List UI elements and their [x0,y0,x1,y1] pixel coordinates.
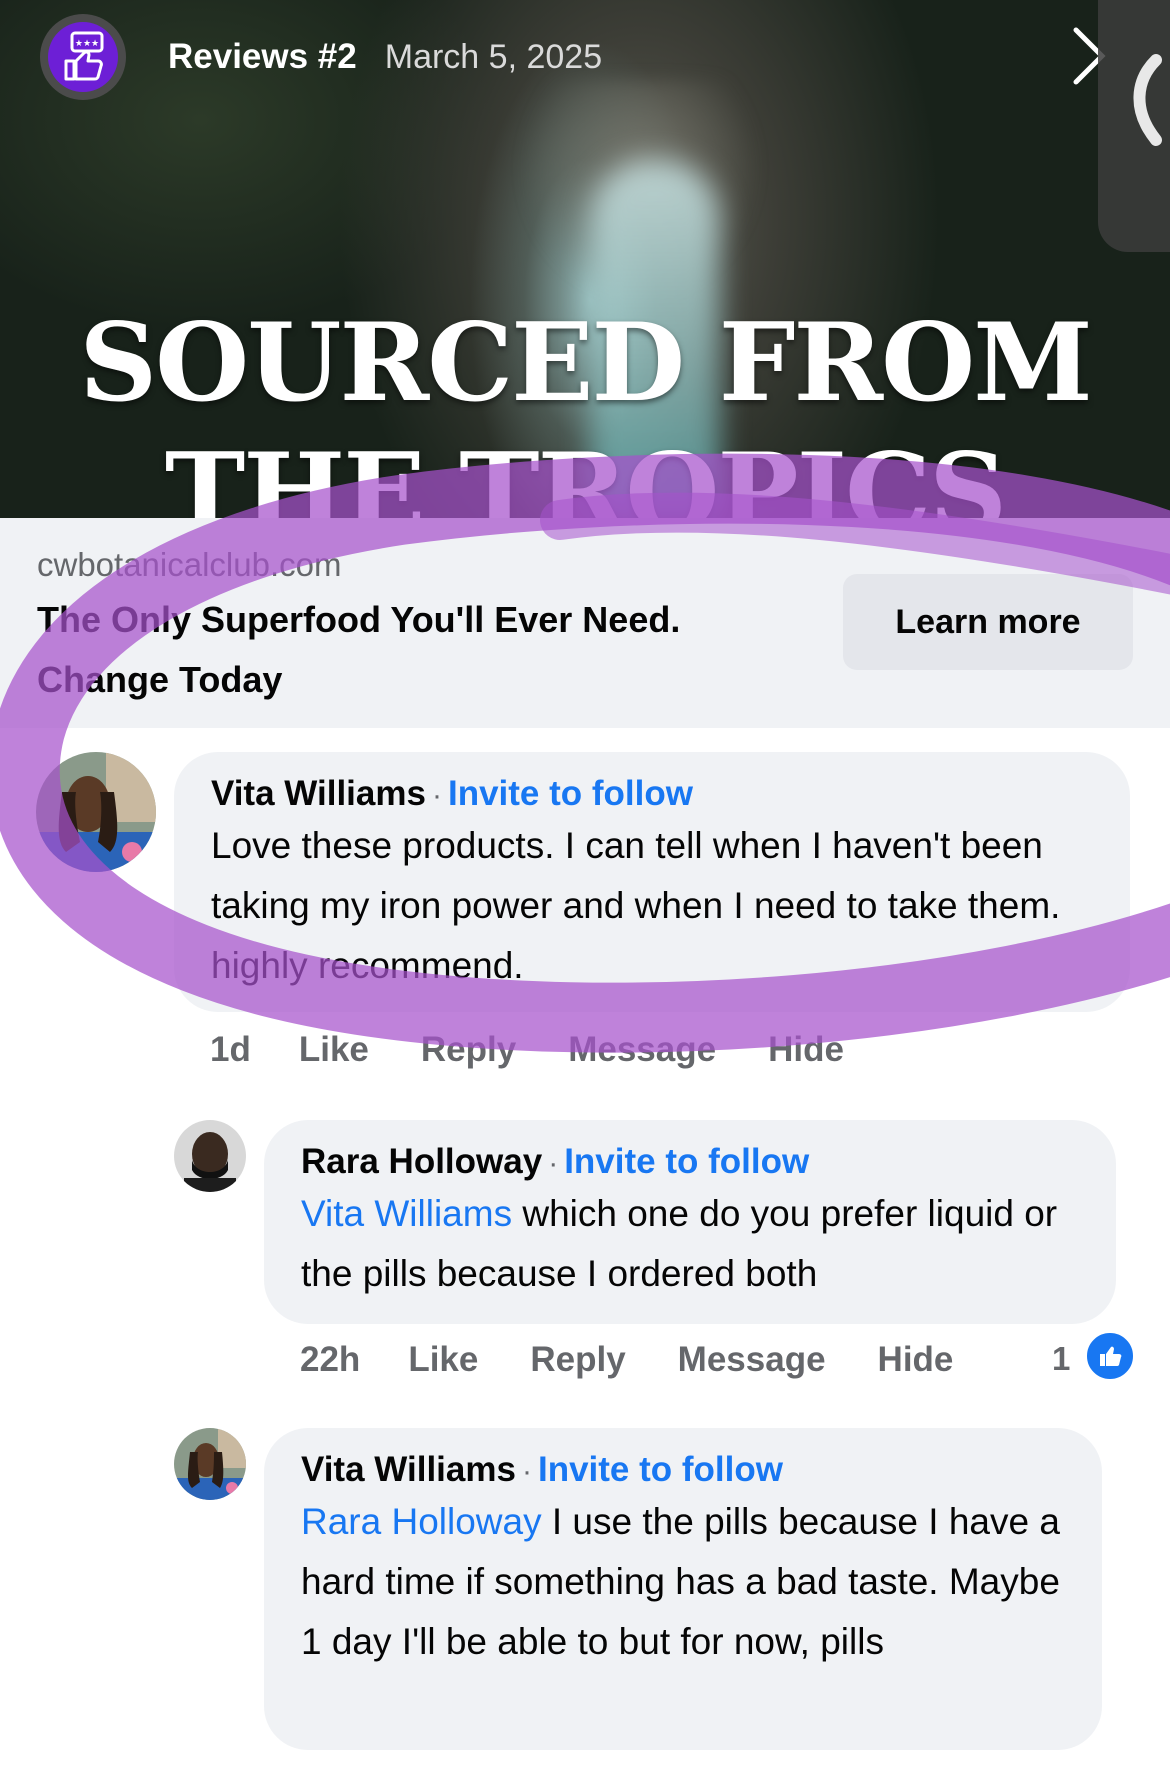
story-date: March 5, 2025 [384,37,603,76]
separator-dot: · [548,1147,559,1180]
reply-button[interactable]: Reply [530,1340,625,1380]
hero-overlay-text-line1: SOURCED FROM [79,300,1093,426]
story-header: ★★★ Reviews #2 March 5, 2025 [40,14,602,100]
avatar[interactable] [174,1120,246,1192]
hero-overlay-text-line2: THE TROPICS [164,430,1007,518]
link-headline: The Only Superfood You'll Ever Need. Cha… [37,599,681,700]
comment-actions: 1d Like Reply Message Hide [210,1030,896,1070]
comment-author[interactable]: Vita Williams [301,1450,516,1489]
svg-text:★★★: ★★★ [75,39,99,49]
comment-actions: 22h Like Reply Message Hide [300,1340,1005,1380]
separator-dot: · [431,779,442,812]
comment-time[interactable]: 1d [210,1030,251,1070]
link-preview-card[interactable]: cwbotanicalclub.com The Only Superfood Y… [0,518,1170,728]
reply-button[interactable]: Reply [421,1030,516,1070]
like-button[interactable]: Like [408,1340,478,1380]
page-avatar[interactable]: ★★★ [40,14,126,100]
invite-to-follow-link[interactable]: Invite to follow [448,774,693,813]
side-panel-tab[interactable] [1098,0,1170,252]
comment-header: Vita Williams · Invite to follow [301,1450,783,1490]
comment-header: Rara Holloway · Invite to follow [301,1142,809,1182]
chevron-left-icon [1133,54,1162,146]
hide-button[interactable]: Hide [768,1030,844,1070]
link-domain: cwbotanicalclub.com [37,546,342,583]
learn-more-button[interactable]: Learn more [843,574,1133,670]
message-button[interactable]: Message [678,1340,826,1380]
separator-dot: · [521,1455,532,1488]
comment-author[interactable]: Rara Holloway [301,1142,542,1181]
reaction-count[interactable]: 1 [1052,1340,1070,1378]
story-hero-image: SOURCED FROM THE TROPICS ★★★ Reviews #2 … [0,0,1170,518]
comment-bubble: Vita Williams · Invite to follow Rara Holl… [264,1428,1102,1750]
avatar[interactable] [36,752,156,872]
comment-header: Vita Williams · Invite to follow [211,774,693,814]
comment-author[interactable]: Vita Williams [211,774,426,813]
hide-button[interactable]: Hide [878,1340,954,1380]
comment-text: Love these products. I can tell when I h… [211,825,1061,986]
comment-bubble: Vita Williams · Invite to follow Love thes… [174,752,1130,1012]
comment-text: Vita Williams which one do you prefer li… [301,1184,1091,1304]
invite-to-follow-link[interactable]: Invite to follow [564,1142,809,1181]
story-title: Reviews #2 [168,37,357,76]
mention-link[interactable]: Vita Williams [301,1193,512,1234]
like-button[interactable]: Like [299,1030,369,1070]
comment-bubble: Rara Holloway · Invite to follow Vita Will… [264,1120,1116,1324]
thumbs-up-reaction-icon [1084,1330,1136,1382]
reviews-thumbs-up-icon: ★★★ [48,22,118,92]
message-button[interactable]: Message [568,1030,716,1070]
comment-time[interactable]: 22h [300,1340,360,1380]
invite-to-follow-link[interactable]: Invite to follow [538,1450,783,1489]
avatar[interactable] [174,1428,246,1500]
comment-text: Rara Holloway I use the pills because I … [301,1492,1081,1672]
mention-link[interactable]: Rara Holloway [301,1501,542,1542]
